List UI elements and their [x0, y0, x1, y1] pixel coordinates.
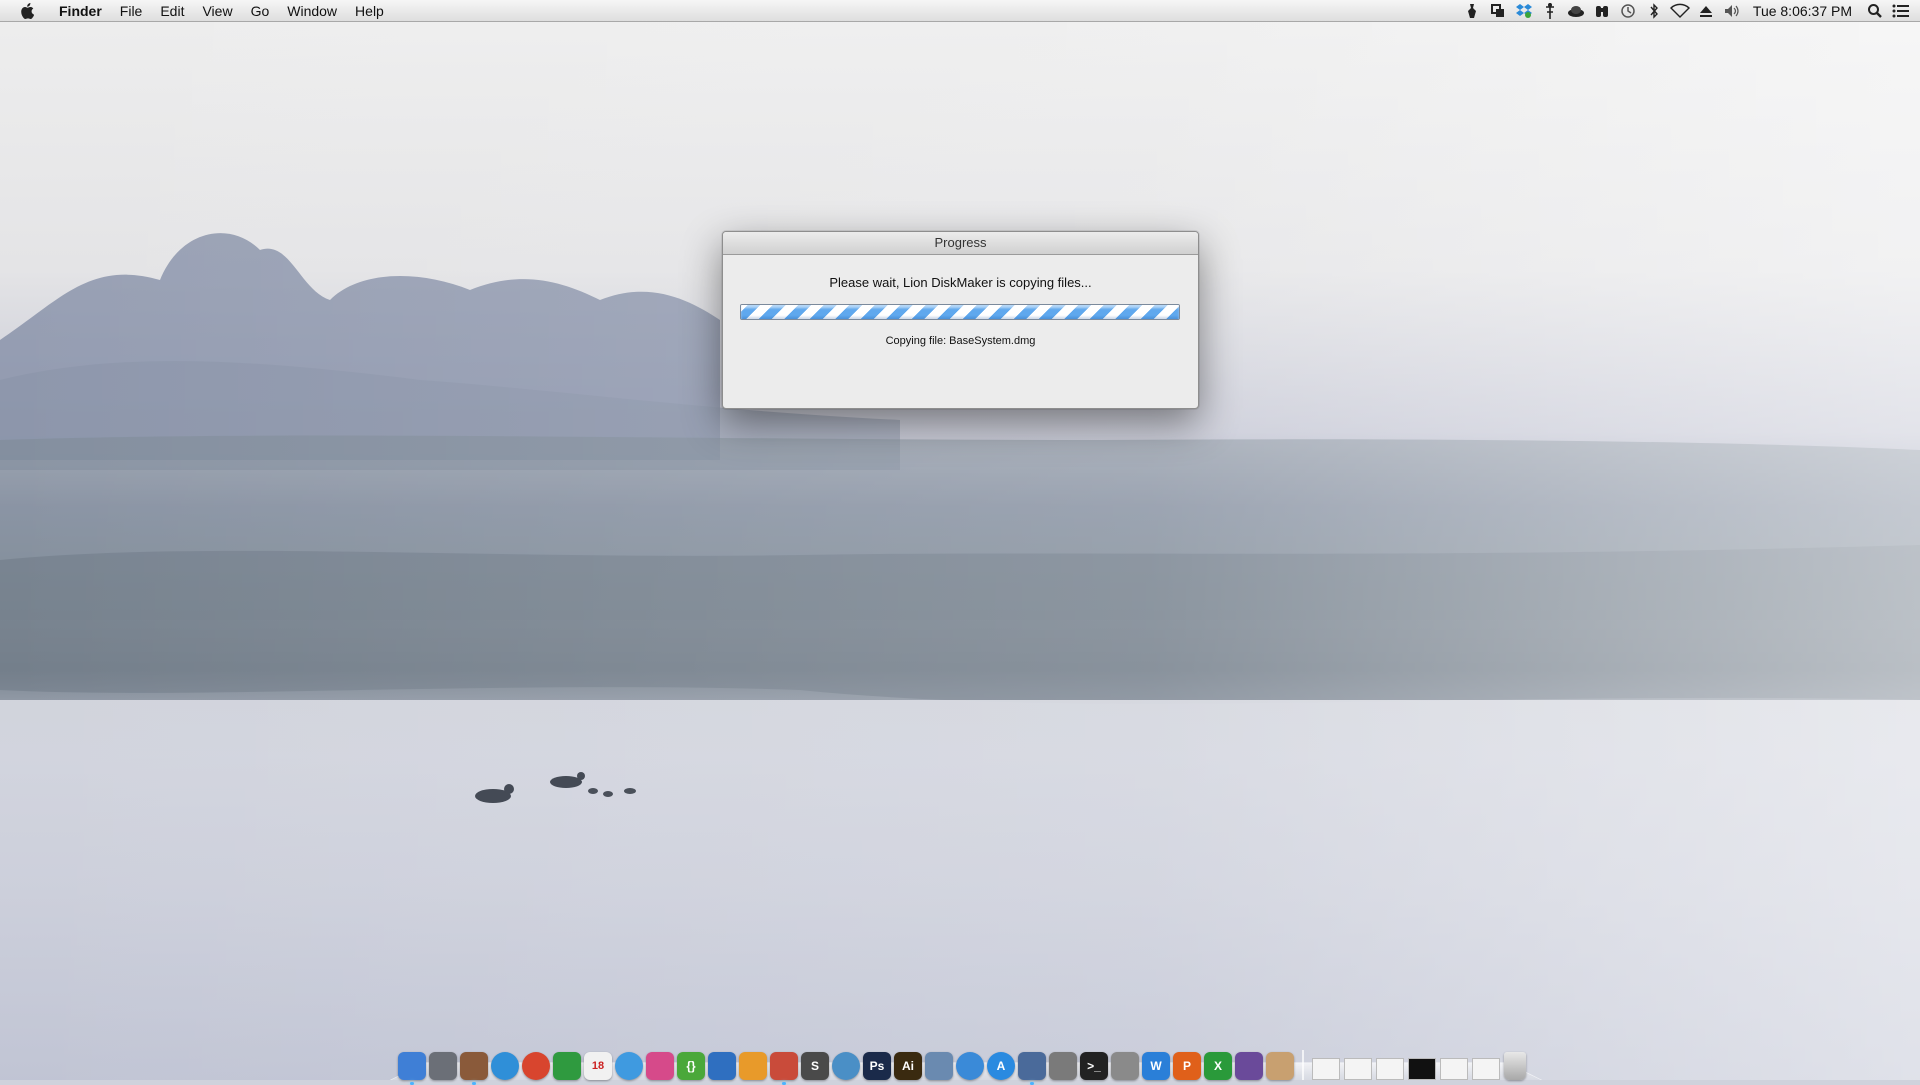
progress-dialog: Progress Please wait, Lion DiskMaker is …	[722, 231, 1199, 409]
dock-launchpad-icon[interactable]	[429, 1052, 457, 1080]
dock-evernote-icon[interactable]	[553, 1052, 581, 1080]
dock-illustrator-icon[interactable]: Ai	[894, 1052, 922, 1080]
dock-illustrator-label: Ai	[902, 1059, 914, 1073]
dock-minimized-window[interactable]	[1408, 1058, 1436, 1080]
eject-icon[interactable]	[1693, 0, 1719, 22]
dock-itunes-icon[interactable]	[956, 1052, 984, 1080]
apple-logo-icon[interactable]	[16, 0, 38, 22]
dock-items: 18 {} S Ps Ai A >_ W P X	[398, 1042, 1529, 1085]
dialog-title: Progress	[934, 235, 987, 250]
dock-system-preferences-icon[interactable]	[1049, 1052, 1077, 1080]
dock-terminal-icon[interactable]: >_	[1080, 1052, 1108, 1080]
dock-photoshop-icon[interactable]: Ps	[863, 1052, 891, 1080]
dialog-message: Please wait, Lion DiskMaker is copying f…	[829, 275, 1092, 290]
duplicate-icon[interactable]	[1485, 0, 1511, 22]
dock-brackets-icon[interactable]: {}	[677, 1052, 705, 1080]
dock-app-store-icon[interactable]: A	[987, 1052, 1015, 1080]
dock-word-label: W	[1150, 1059, 1162, 1073]
dock-minimized-window[interactable]	[1440, 1058, 1468, 1080]
volume-icon[interactable]	[1719, 0, 1745, 22]
desktop-wallpaper	[0, 0, 1920, 1080]
menu-app-finder[interactable]: Finder	[50, 0, 111, 22]
dock-preview-icon[interactable]	[925, 1052, 953, 1080]
wheel-icon[interactable]	[1537, 0, 1563, 22]
dock-coda-icon[interactable]	[739, 1052, 767, 1080]
dock-automator-icon[interactable]	[1111, 1052, 1139, 1080]
dock-mission-control-icon[interactable]	[460, 1052, 488, 1085]
dock-minimized-window[interactable]	[1344, 1058, 1372, 1080]
hat-icon[interactable]	[1563, 0, 1589, 22]
binoculars-icon[interactable]	[1589, 0, 1615, 22]
copy-status-text: Copying file: BaseSystem.dmg	[885, 335, 1036, 347]
menu-bar: Finder File Edit View Go Window Help Tue…	[0, 0, 1920, 22]
dock-tiger-cat-icon[interactable]	[1266, 1052, 1294, 1080]
dock-minimized-window[interactable]	[1472, 1058, 1500, 1080]
alfred-icon[interactable]	[1459, 0, 1485, 22]
menu-bar-clock[interactable]: Tue 8:06:37 PM	[1745, 3, 1862, 19]
dock-pixelmator-icon[interactable]	[646, 1052, 674, 1080]
trash-icon[interactable]	[1504, 1052, 1526, 1080]
dock-istat-menus-icon[interactable]	[1235, 1052, 1263, 1080]
dock-sublime-icon[interactable]: S	[801, 1052, 829, 1080]
progress-bar	[740, 304, 1180, 320]
dock-safari-icon[interactable]	[491, 1052, 519, 1080]
menu-window[interactable]: Window	[278, 0, 346, 22]
dock-photoshop-label: Ps	[869, 1059, 885, 1073]
dock-excel-label: X	[1213, 1059, 1222, 1073]
dock-chrome-icon[interactable]	[522, 1052, 550, 1080]
menu-edit[interactable]: Edit	[151, 0, 193, 22]
menu-bar-left: Finder File Edit View Go Window Help	[0, 0, 393, 22]
dock-calendar-icon[interactable]: 18	[584, 1052, 612, 1080]
dock-calendar-label: 18	[591, 1060, 605, 1072]
time-machine-icon[interactable]	[1615, 0, 1641, 22]
bluetooth-icon[interactable]	[1641, 0, 1667, 22]
dialog-titlebar[interactable]: Progress	[723, 232, 1198, 255]
notification-center-icon[interactable]	[1888, 0, 1914, 22]
menu-bar-extras: Tue 8:06:37 PM	[1459, 0, 1914, 22]
dock-minimized-window[interactable]	[1376, 1058, 1404, 1080]
dock-xcode-icon[interactable]	[708, 1052, 736, 1080]
dock: 18 {} S Ps Ai A >_ W P X	[390, 1040, 1542, 1085]
dock-app-store-label: A	[996, 1059, 1006, 1073]
progress-bar-fill	[741, 305, 1179, 319]
dock-messages-icon[interactable]	[615, 1052, 643, 1080]
dock-lion-diskmaker-icon[interactable]	[1018, 1052, 1046, 1085]
dock-brackets-label: {}	[686, 1059, 696, 1073]
dock-terminal-label: >_	[1087, 1059, 1101, 1073]
dock-word-icon[interactable]: W	[1142, 1052, 1170, 1080]
wifi-icon[interactable]	[1667, 0, 1693, 22]
dropbox-icon[interactable]	[1511, 0, 1537, 22]
dock-separator	[1302, 1050, 1304, 1080]
menu-help[interactable]: Help	[346, 0, 393, 22]
dock-transmit-icon[interactable]	[770, 1052, 798, 1085]
dock-minimized-window[interactable]	[1312, 1058, 1340, 1080]
menu-file[interactable]: File	[111, 0, 152, 22]
spotlight-icon[interactable]	[1862, 0, 1888, 22]
dock-network-utility-icon[interactable]	[832, 1052, 860, 1080]
menu-go[interactable]: Go	[242, 0, 279, 22]
dock-powerpoint-icon[interactable]: P	[1173, 1052, 1201, 1080]
dock-sublime-label: S	[810, 1059, 819, 1073]
menu-view[interactable]: View	[193, 0, 241, 22]
dock-excel-icon[interactable]: X	[1204, 1052, 1232, 1080]
dock-powerpoint-label: P	[1182, 1059, 1191, 1073]
dock-finder-icon[interactable]	[398, 1052, 426, 1085]
